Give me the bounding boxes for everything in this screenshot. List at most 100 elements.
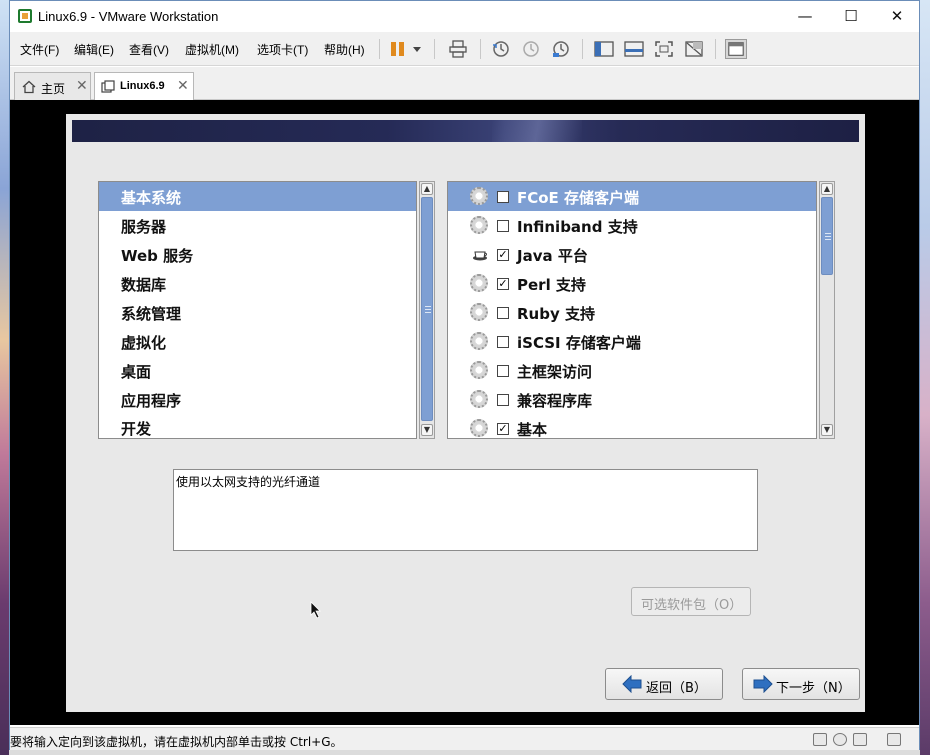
status-bar: 要将输入定向到该虚拟机，请在虚拟机内部单击或按 Ctrl+G。 <box>10 727 919 750</box>
snapshot-manager-icon[interactable] <box>550 39 572 59</box>
vm-icon <box>101 80 115 93</box>
group-item[interactable]: 主框架访问 <box>448 356 816 385</box>
group-item[interactable]: ✓ Perl 支持 <box>448 269 816 298</box>
menu-edit[interactable]: 编辑(E) <box>74 41 114 58</box>
optional-packages-button[interactable]: 可选软件包（O） <box>631 587 751 616</box>
next-arrow-icon <box>753 675 773 693</box>
group-checkbox[interactable] <box>497 220 509 232</box>
group-description-box: 使用以太网支持的光纤通道 <box>173 469 758 551</box>
mouse-pointer-icon <box>310 601 321 619</box>
tab-linux69[interactable]: Linux6.9 ✕ <box>94 72 194 100</box>
tab-bar: 主页 ✕ Linux6.9 ✕ <box>10 67 919 100</box>
vm-console[interactable]: 基本系统 服务器 Web 服务 数据库 系统管理 虚拟化 桌面 应用程序 开发 … <box>10 100 919 725</box>
category-item[interactable]: 数据库 <box>99 269 416 298</box>
fullscreen-icon[interactable] <box>653 39 675 59</box>
group-checkbox[interactable] <box>497 191 509 203</box>
hard-disk-icon[interactable] <box>813 733 827 746</box>
console-view-icon[interactable] <box>623 39 645 59</box>
toolbar-separator <box>434 39 435 59</box>
category-item[interactable]: 开发 <box>99 413 416 442</box>
maximize-button[interactable]: ☐ <box>828 1 874 31</box>
vmware-app-icon <box>18 9 32 23</box>
scroll-down-arrow-icon[interactable]: ▼ <box>821 424 833 436</box>
category-item[interactable]: Web 服务 <box>99 240 416 269</box>
category-scroll-thumb[interactable] <box>421 197 433 421</box>
group-checkbox[interactable]: ✓ <box>497 278 509 290</box>
snapshot-icon[interactable] <box>490 39 512 59</box>
sidebar-toggle-icon[interactable] <box>593 39 615 59</box>
group-checkbox[interactable]: ✓ <box>497 423 509 435</box>
gear-icon <box>470 274 488 292</box>
menu-toolbar: 文件(F) 编辑(E) 查看(V) 虚拟机(M) 选项卡(T) 帮助(H) <box>10 32 919 66</box>
preferences-icon[interactable] <box>725 39 747 59</box>
category-item[interactable]: 应用程序 <box>99 385 416 414</box>
gear-icon <box>470 419 488 437</box>
network-icon[interactable] <box>853 733 867 746</box>
vmware-window: Linux6.9 - VMware Workstation — ☐ ✕ 文件(F… <box>9 0 920 750</box>
desktop-wallpaper-right <box>920 0 930 755</box>
group-item[interactable]: ✓ 基本 <box>448 414 816 438</box>
category-item[interactable]: 桌面 <box>99 356 416 385</box>
category-item[interactable]: 服务器 <box>99 211 416 240</box>
back-button[interactable]: 返回（B） <box>605 668 723 700</box>
toolbar-separator <box>379 39 380 59</box>
category-scrollbar[interactable]: ▲ ▼ <box>419 181 435 439</box>
group-checkbox[interactable] <box>497 336 509 348</box>
tab-home-close-icon[interactable]: ✕ <box>76 77 88 94</box>
unity-icon[interactable] <box>683 39 705 59</box>
window-title: Linux6.9 - VMware Workstation <box>38 9 219 24</box>
tab-linux69-close-icon[interactable]: ✕ <box>177 77 189 94</box>
menu-vm[interactable]: 虚拟机(M) <box>185 41 239 58</box>
title-bar: Linux6.9 - VMware Workstation — ☐ ✕ <box>10 1 919 32</box>
minimize-button[interactable]: — <box>782 1 828 31</box>
scroll-up-arrow-icon[interactable]: ▲ <box>821 183 833 195</box>
gear-icon <box>470 216 488 234</box>
back-arrow-icon <box>622 675 642 693</box>
scroll-up-arrow-icon[interactable]: ▲ <box>421 183 433 195</box>
group-description: 使用以太网支持的光纤通道 <box>176 475 321 489</box>
tab-home[interactable]: 主页 ✕ <box>14 72 91 100</box>
category-item[interactable]: 虚拟化 <box>99 327 416 356</box>
gear-icon <box>470 187 488 205</box>
cd-icon[interactable] <box>833 733 847 746</box>
group-checkbox[interactable]: ✓ <box>497 249 509 261</box>
group-item[interactable]: FCoE 存储客户端 <box>448 182 816 211</box>
tab-home-label: 主页 <box>41 82 66 96</box>
toolbar-separator <box>582 39 583 59</box>
status-message: 要将输入定向到该虚拟机，请在虚拟机内部单击或按 Ctrl+G。 <box>10 735 343 749</box>
next-button[interactable]: 下一步（N） <box>742 668 860 700</box>
group-scrollbar[interactable]: ▲ ▼ <box>819 181 835 439</box>
gear-icon <box>470 361 488 379</box>
close-button[interactable]: ✕ <box>874 1 920 31</box>
gear-icon <box>470 332 488 350</box>
send-ctrl-alt-del-icon[interactable] <box>447 39 469 59</box>
category-item[interactable]: 系统管理 <box>99 298 416 327</box>
group-item[interactable]: Infiniband 支持 <box>448 211 816 240</box>
menu-help[interactable]: 帮助(H) <box>324 41 365 58</box>
package-group-list: FCoE 存储客户端 Infiniband 支持 ✓ Java 平台 ✓ Per… <box>447 181 817 439</box>
home-icon <box>22 80 36 94</box>
scroll-down-arrow-icon[interactable]: ▼ <box>421 424 433 436</box>
group-scroll-thumb[interactable] <box>821 197 833 275</box>
category-item[interactable]: 基本系统 <box>99 182 416 211</box>
revert-snapshot-icon[interactable] <box>520 39 542 59</box>
gear-icon <box>470 303 488 321</box>
installer-screen: 基本系统 服务器 Web 服务 数据库 系统管理 虚拟化 桌面 应用程序 开发 … <box>66 114 865 712</box>
group-item[interactable]: ✓ Java 平台 <box>448 240 816 269</box>
menu-view[interactable]: 查看(V) <box>129 41 169 58</box>
group-item[interactable]: Ruby 支持 <box>448 298 816 327</box>
pause-icon[interactable] <box>388 39 410 59</box>
java-cup-icon <box>473 251 487 261</box>
group-checkbox[interactable] <box>497 307 509 319</box>
desktop-wallpaper-left <box>0 0 9 755</box>
tab-linux69-label: Linux6.9 <box>120 80 165 92</box>
group-item[interactable]: 兼容程序库 <box>448 385 816 414</box>
group-checkbox[interactable] <box>497 365 509 377</box>
group-item[interactable]: iSCSI 存储客户端 <box>448 327 816 356</box>
message-icon[interactable] <box>887 733 901 746</box>
menu-file[interactable]: 文件(F) <box>20 41 59 58</box>
group-checkbox[interactable] <box>497 394 509 406</box>
dropdown-icon[interactable] <box>410 39 424 59</box>
installer-banner <box>72 120 859 142</box>
menu-tabs[interactable]: 选项卡(T) <box>257 41 308 58</box>
